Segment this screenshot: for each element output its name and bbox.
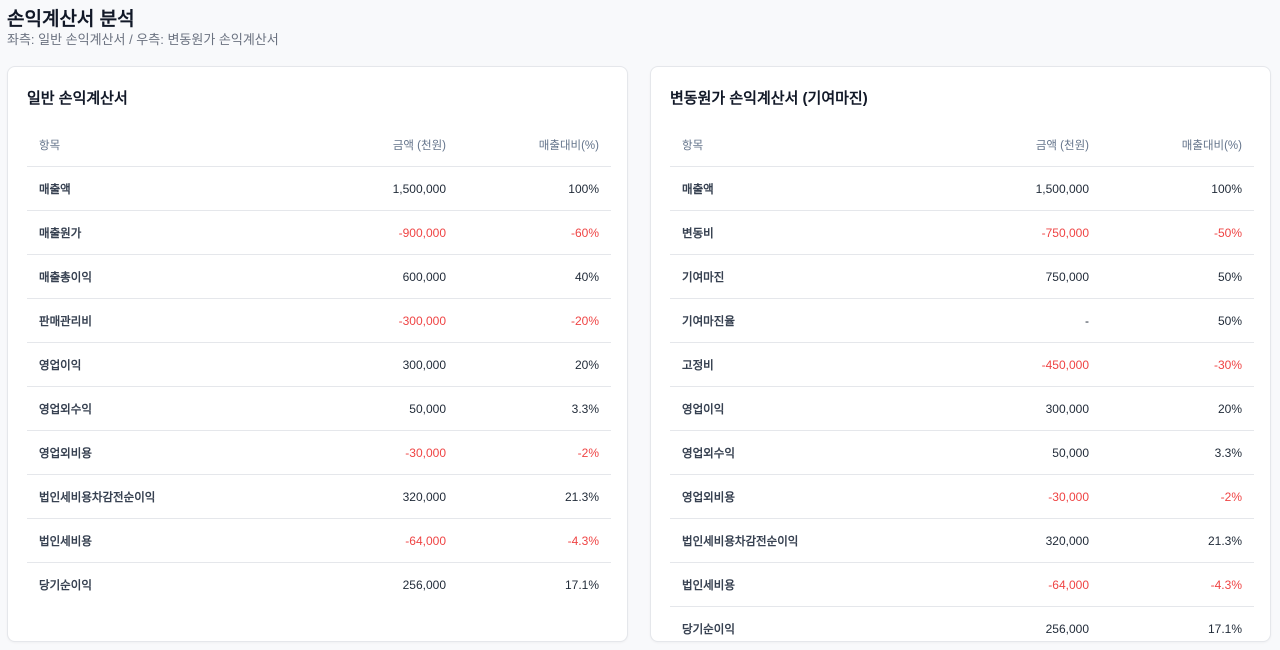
cell-amount: -450,000 <box>883 343 1090 387</box>
cell-item: 영업외비용 <box>670 475 883 519</box>
cell-item: 매출액 <box>670 167 883 211</box>
table-row: 영업외수익50,0003.3% <box>27 387 611 431</box>
cell-ratio: 50% <box>1090 255 1254 299</box>
table-row: 영업외수익50,0003.3% <box>670 431 1254 475</box>
cell-item: 영업이익 <box>27 343 240 387</box>
table-row: 매출액1,500,000100% <box>670 167 1254 211</box>
cell-ratio: 100% <box>1090 167 1254 211</box>
cell-ratio: -30% <box>1090 343 1254 387</box>
cell-item: 기여마진율 <box>670 299 883 343</box>
cell-amount: -64,000 <box>883 563 1090 607</box>
general-income-statement-card: 일반 손익계산서 항목 금액 (천원) 매출대비(%) 매출액1,500,000… <box>7 66 628 642</box>
table-row: 법인세비용차감전순이익320,00021.3% <box>670 519 1254 563</box>
cell-ratio: -2% <box>1090 475 1254 519</box>
table-row: 고정비-450,000-30% <box>670 343 1254 387</box>
card-title: 일반 손익계산서 <box>27 87 128 108</box>
cell-ratio: 21.3% <box>1090 519 1254 563</box>
cell-item: 당기순이익 <box>670 607 883 650</box>
cell-item: 법인세비용차감전순이익 <box>27 475 240 519</box>
cell-item: 영업외수익 <box>670 431 883 475</box>
header-amount: 금액 (천원) <box>240 124 447 167</box>
cell-ratio: 50% <box>1090 299 1254 343</box>
cell-ratio: -60% <box>447 211 611 255</box>
cell-amount: 50,000 <box>883 431 1090 475</box>
table-row: 당기순이익256,00017.1% <box>670 607 1254 650</box>
cell-amount: 256,000 <box>240 563 447 607</box>
cell-ratio: 3.3% <box>447 387 611 431</box>
cell-amount: -30,000 <box>883 475 1090 519</box>
cell-item: 법인세비용 <box>27 519 240 563</box>
header-amount: 금액 (천원) <box>883 124 1090 167</box>
cell-amount: -300,000 <box>240 299 447 343</box>
cell-amount: -64,000 <box>240 519 447 563</box>
table-row: 당기순이익256,00017.1% <box>27 563 611 607</box>
cell-ratio: -4.3% <box>1090 563 1254 607</box>
header-item: 항목 <box>670 124 883 167</box>
table-row: 영업이익300,00020% <box>27 343 611 387</box>
table-row: 판매관리비-300,000-20% <box>27 299 611 343</box>
table-row: 법인세비용-64,000-4.3% <box>670 563 1254 607</box>
cell-amount: 1,500,000 <box>240 167 447 211</box>
table-row: 법인세비용차감전순이익320,00021.3% <box>27 475 611 519</box>
cell-amount: -900,000 <box>240 211 447 255</box>
cell-item: 판매관리비 <box>27 299 240 343</box>
cell-ratio: -20% <box>447 299 611 343</box>
cell-amount: 300,000 <box>240 343 447 387</box>
cell-ratio: 21.3% <box>447 475 611 519</box>
cell-amount: 300,000 <box>883 387 1090 431</box>
cell-item: 변동비 <box>670 211 883 255</box>
cell-amount: 1,500,000 <box>883 167 1090 211</box>
table-row: 영업이익300,00020% <box>670 387 1254 431</box>
page-subtitle: 좌측: 일반 손익계산서 / 우측: 변동원가 손익계산서 <box>7 29 279 48</box>
cell-item: 매출원가 <box>27 211 240 255</box>
cell-item: 매출액 <box>27 167 240 211</box>
table-row: 법인세비용-64,000-4.3% <box>27 519 611 563</box>
cell-item: 법인세비용차감전순이익 <box>670 519 883 563</box>
cell-ratio: 100% <box>447 167 611 211</box>
cell-ratio: 20% <box>1090 387 1254 431</box>
cell-item: 영업외수익 <box>27 387 240 431</box>
table-row: 영업외비용-30,000-2% <box>670 475 1254 519</box>
card-title: 변동원가 손익계산서 (기여마진) <box>670 87 868 108</box>
header-ratio: 매출대비(%) <box>1090 124 1254 167</box>
cell-ratio: -50% <box>1090 211 1254 255</box>
cell-amount: 50,000 <box>240 387 447 431</box>
cell-item: 기여마진 <box>670 255 883 299</box>
cell-amount: 600,000 <box>240 255 447 299</box>
table-row: 매출원가-900,000-60% <box>27 211 611 255</box>
cell-ratio: 17.1% <box>447 563 611 607</box>
table-row: 변동비-750,000-50% <box>670 211 1254 255</box>
cell-ratio: 17.1% <box>1090 607 1254 650</box>
cell-item: 법인세비용 <box>670 563 883 607</box>
table-row: 매출액1,500,000100% <box>27 167 611 211</box>
cell-item: 당기순이익 <box>27 563 240 607</box>
cell-ratio: 3.3% <box>1090 431 1254 475</box>
table-row: 영업외비용-30,000-2% <box>27 431 611 475</box>
cell-ratio: 20% <box>447 343 611 387</box>
cell-amount: 320,000 <box>883 519 1090 563</box>
cell-ratio: -4.3% <box>447 519 611 563</box>
cell-amount: 750,000 <box>883 255 1090 299</box>
header-ratio: 매출대비(%) <box>447 124 611 167</box>
cell-item: 영업이익 <box>670 387 883 431</box>
cell-amount: -750,000 <box>883 211 1090 255</box>
cell-amount: 256,000 <box>883 607 1090 650</box>
header-item: 항목 <box>27 124 240 167</box>
variable-costing-income-statement-table: 항목 금액 (천원) 매출대비(%) 매출액1,500,000100%변동비-7… <box>670 124 1254 650</box>
cell-item: 매출총이익 <box>27 255 240 299</box>
cell-ratio: 40% <box>447 255 611 299</box>
cell-item: 영업외비용 <box>27 431 240 475</box>
cell-amount: - <box>883 299 1090 343</box>
table-row: 기여마진750,00050% <box>670 255 1254 299</box>
cell-amount: -30,000 <box>240 431 447 475</box>
cell-item: 고정비 <box>670 343 883 387</box>
cell-amount: 320,000 <box>240 475 447 519</box>
table-row: 매출총이익600,00040% <box>27 255 611 299</box>
general-income-statement-table: 항목 금액 (천원) 매출대비(%) 매출액1,500,000100%매출원가-… <box>27 124 611 606</box>
table-row: 기여마진율-50% <box>670 299 1254 343</box>
cell-ratio: -2% <box>447 431 611 475</box>
page-title: 손익계산서 분석 <box>7 4 135 31</box>
variable-costing-income-statement-card: 변동원가 손익계산서 (기여마진) 항목 금액 (천원) 매출대비(%) 매출액… <box>650 66 1271 642</box>
